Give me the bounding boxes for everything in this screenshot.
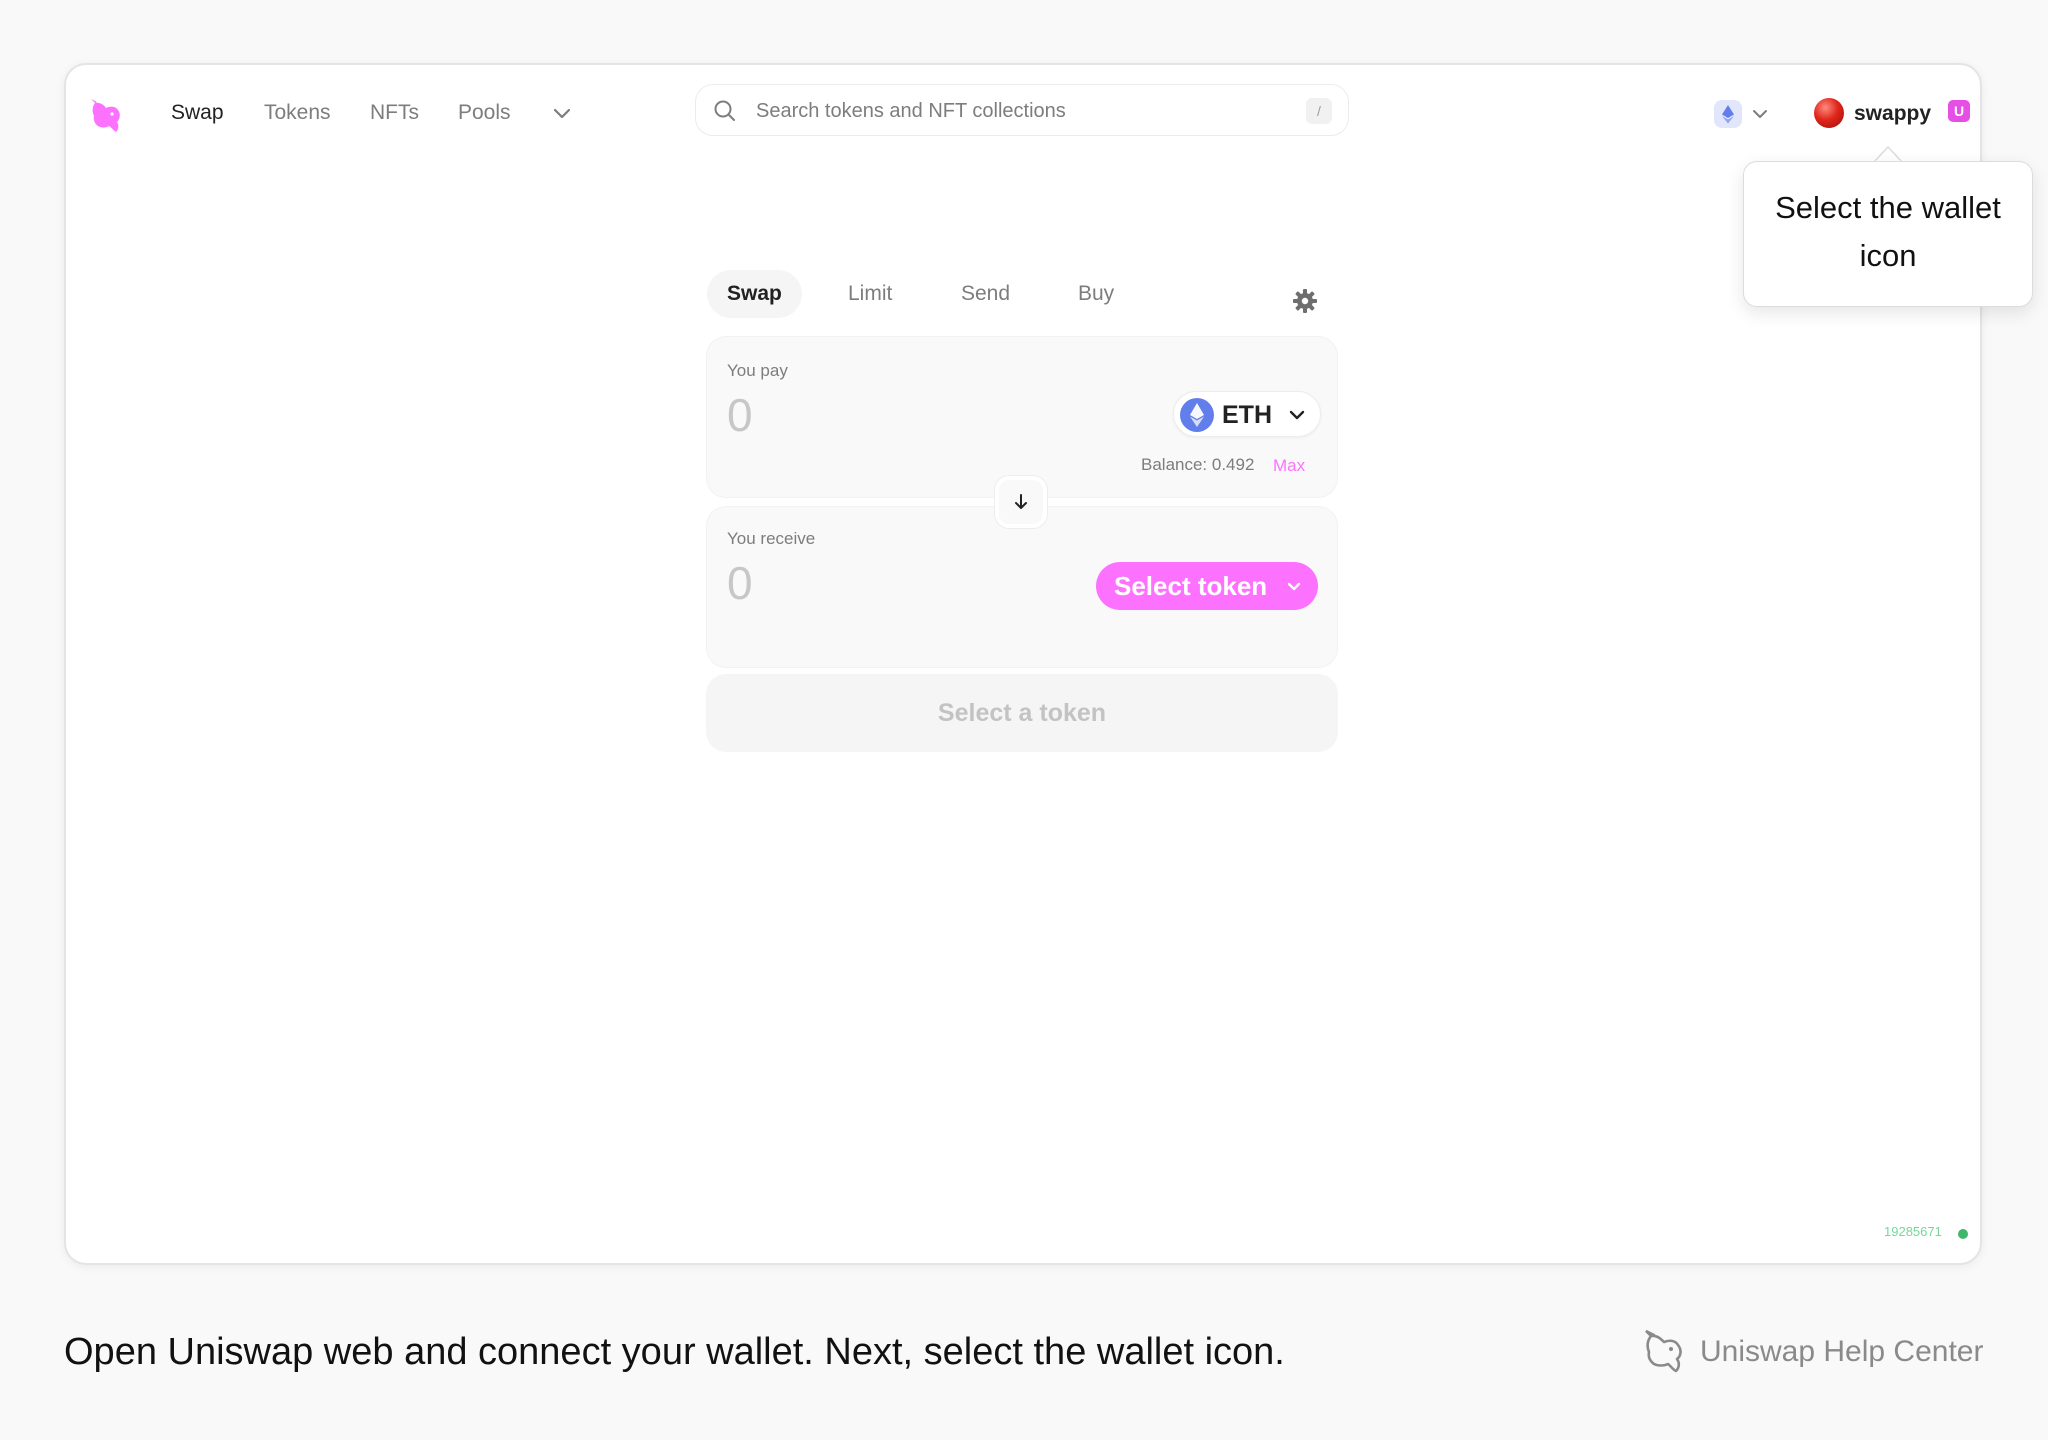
- search-placeholder: Search tokens and NFT collections: [756, 100, 1066, 122]
- block-status-dot: [1958, 1229, 1968, 1239]
- unitag-badge: U: [1948, 100, 1970, 122]
- pay-amount-input[interactable]: 0: [727, 389, 753, 441]
- nav-nfts[interactable]: NFTs: [370, 98, 419, 128]
- receive-amount-input[interactable]: 0: [727, 557, 753, 609]
- chevron-down-icon: [1753, 110, 1767, 118]
- receive-label: You receive: [727, 529, 816, 548]
- chevron-down-icon[interactable]: [549, 100, 575, 126]
- network-selector-button[interactable]: [1710, 98, 1774, 130]
- search-input[interactable]: Search tokens and NFT collections /: [695, 84, 1349, 136]
- max-button[interactable]: Max: [1273, 454, 1305, 478]
- select-token-button[interactable]: Select token: [1096, 562, 1318, 610]
- chevron-down-icon: [1287, 582, 1301, 591]
- nav-pools[interactable]: Pools: [458, 98, 511, 128]
- pay-token-symbol: ETH: [1222, 401, 1272, 429]
- wallet-button[interactable]: swappy U: [1812, 94, 1970, 134]
- avatar: [1814, 98, 1844, 128]
- wallet-name: swappy: [1854, 102, 1932, 125]
- tab-buy[interactable]: Buy: [1078, 270, 1114, 318]
- tooltip-arrow: [1874, 146, 1902, 162]
- pay-token-selector[interactable]: ETH: [1173, 391, 1321, 437]
- pay-panel: You pay 0 ETH Balance: 0.492 Max: [706, 336, 1338, 498]
- uniswap-logo-icon[interactable]: [86, 96, 126, 136]
- uniswap-unicorn-icon: [1645, 1329, 1682, 1373]
- tutorial-tooltip: Select the wallet icon: [1743, 161, 2033, 307]
- tab-send[interactable]: Send: [961, 270, 1010, 318]
- chevron-down-icon: [1289, 410, 1305, 420]
- search-icon: [714, 100, 735, 121]
- ethereum-icon: [1714, 100, 1742, 128]
- switch-tokens-button[interactable]: [995, 476, 1047, 528]
- pay-balance: Balance: 0.492: [1141, 455, 1255, 474]
- ethereum-icon: [1180, 398, 1214, 432]
- receive-panel: You receive 0 Select token: [706, 506, 1338, 668]
- gear-icon[interactable]: [1290, 286, 1320, 316]
- select-token-label: Select token: [1114, 571, 1268, 601]
- pay-label: You pay: [727, 361, 788, 380]
- tab-limit[interactable]: Limit: [848, 270, 892, 318]
- block-number: 19285671: [1884, 1224, 1942, 1239]
- tutorial-caption: Open Uniswap web and connect your wallet…: [64, 1331, 1285, 1373]
- tab-swap[interactable]: Swap: [707, 270, 802, 318]
- select-a-token-button[interactable]: Select a token: [706, 674, 1338, 752]
- nav-tokens[interactable]: Tokens: [264, 98, 331, 128]
- nav-swap[interactable]: Swap: [171, 98, 224, 128]
- search-shortcut-key: /: [1306, 98, 1332, 124]
- arrow-down-icon: [1015, 494, 1027, 509]
- help-center-brand: Uniswap Help Center: [1700, 1335, 1984, 1368]
